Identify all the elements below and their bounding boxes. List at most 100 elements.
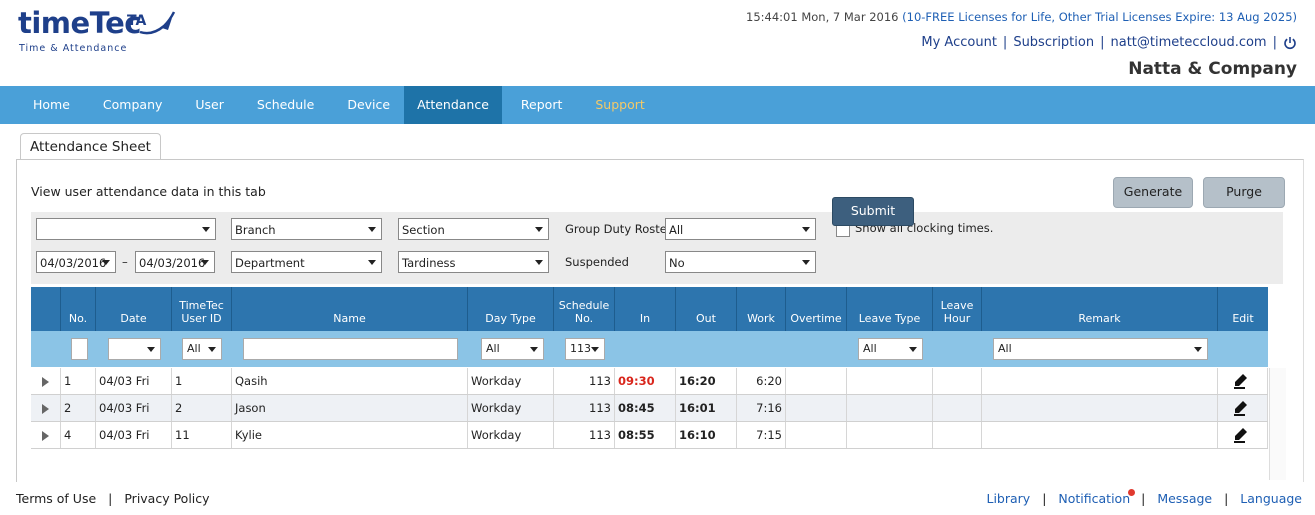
group-duty-select[interactable]: All	[665, 218, 816, 240]
chevron-down-icon	[909, 347, 917, 352]
filter-remark-select[interactable]: All	[993, 338, 1208, 360]
nav-device[interactable]: Device	[328, 86, 404, 124]
cell-daytype: Workday	[468, 368, 554, 394]
col-schedule[interactable]: Schedule No.	[554, 287, 615, 331]
edit-pencil-icon[interactable]	[1234, 373, 1248, 389]
license-text[interactable]: (10-FREE Licenses for Life, Other Trial …	[902, 10, 1297, 24]
chevron-down-icon	[535, 227, 543, 232]
attendance-panel: View user attendance data in this tab Ge…	[16, 159, 1304, 482]
section-select[interactable]: Section	[398, 218, 549, 240]
nav-attendance[interactable]: Attendance	[404, 86, 502, 124]
logo-wordmark: timeTec	[18, 6, 141, 40]
col-name[interactable]: Name	[232, 287, 468, 331]
filter-userid-value: All	[187, 342, 201, 355]
expand-arrow-icon[interactable]	[42, 404, 49, 414]
message-link[interactable]: Message	[1157, 491, 1212, 506]
row-expand-cell[interactable]	[31, 422, 61, 448]
suspended-select[interactable]: No	[665, 251, 816, 273]
filter-leavetype-select[interactable]: All	[858, 338, 923, 360]
company-select[interactable]	[36, 218, 216, 240]
notification-link[interactable]: Notification	[1058, 491, 1130, 506]
filter-daytype-select[interactable]: All	[481, 338, 544, 360]
col-leavehour[interactable]: Leave Hour	[933, 287, 982, 331]
submit-button[interactable]: Submit	[832, 197, 914, 226]
group-duty-value: All	[669, 223, 684, 237]
footer-right-links: Library | Notification | Message | Langu…	[986, 489, 1302, 506]
col-userid[interactable]: TimeTec User ID	[172, 287, 232, 331]
edit-pencil-icon[interactable]	[1234, 427, 1248, 443]
grid-scrollbar[interactable]	[1269, 368, 1286, 480]
row-expand-cell[interactable]	[31, 368, 61, 394]
table-row[interactable]: 2 04/03 Fri 2 Jason Workday 113 08:45 16…	[31, 395, 1268, 422]
chevron-down-icon	[591, 347, 599, 352]
date-to-select[interactable]: 04/03/2016	[135, 251, 215, 273]
cell-schedule: 113	[554, 395, 615, 421]
cell-date: 04/03 Fri	[96, 368, 172, 394]
chevron-down-icon	[530, 347, 538, 352]
filter-schedule-select[interactable]: 113	[565, 338, 605, 360]
language-link[interactable]: Language	[1240, 491, 1302, 506]
tardiness-select[interactable]: Tardiness	[398, 251, 549, 273]
col-date[interactable]: Date	[96, 287, 172, 331]
department-select[interactable]: Department	[231, 251, 382, 273]
expand-arrow-icon[interactable]	[42, 377, 49, 387]
purge-button[interactable]: Purge	[1203, 177, 1285, 208]
filter-no-input[interactable]	[71, 338, 88, 360]
expand-arrow-icon[interactable]	[42, 431, 49, 441]
my-account-link[interactable]: My Account	[921, 35, 997, 50]
cell-out: 16:10	[676, 422, 737, 448]
cell-out: 16:20	[676, 368, 737, 394]
separator: |	[1100, 35, 1105, 50]
user-email-link[interactable]: natt@timeteccloud.com	[1110, 35, 1266, 50]
cell-leavehour	[933, 422, 982, 448]
subscription-link[interactable]: Subscription	[1013, 35, 1094, 50]
branch-select[interactable]: Branch	[231, 218, 382, 240]
col-remark[interactable]: Remark	[982, 287, 1218, 331]
cell-leavehour	[933, 395, 982, 421]
col-out[interactable]: Out	[676, 287, 737, 331]
row-expand-cell[interactable]	[31, 395, 61, 421]
tardiness-select-value: Tardiness	[402, 256, 456, 270]
date-from-select[interactable]: 04/03/2016	[36, 251, 116, 273]
edit-pencil-icon[interactable]	[1234, 400, 1248, 416]
cell-edit	[1218, 395, 1268, 421]
library-link[interactable]: Library	[986, 491, 1030, 506]
filter-name-input[interactable]	[243, 338, 458, 360]
panel-description: View user attendance data in this tab	[31, 184, 266, 199]
nav-schedule[interactable]: Schedule	[238, 86, 328, 124]
filter-schedule-value: 113	[570, 342, 591, 355]
col-work[interactable]: Work	[737, 287, 786, 331]
cell-work: 7:15	[737, 422, 786, 448]
nav-user[interactable]: User	[176, 86, 238, 124]
col-in[interactable]: In	[615, 287, 676, 331]
nav-report[interactable]: Report	[502, 86, 576, 124]
cell-leavetype	[847, 368, 933, 394]
tab-attendance-sheet[interactable]: Attendance Sheet	[20, 133, 161, 161]
timestamp: 15:44:01 Mon, 7 Mar 2016	[746, 10, 899, 24]
col-expand	[31, 287, 61, 331]
col-daytype[interactable]: Day Type	[468, 287, 554, 331]
logout-power-icon[interactable]	[1283, 36, 1297, 50]
table-row[interactable]: 4 04/03 Fri 11 Kylie Workday 113 08:55 1…	[31, 422, 1268, 449]
footer: Terms of Use | Privacy Policy Library | …	[0, 483, 1315, 515]
date-range-separator: –	[122, 255, 128, 269]
col-overtime[interactable]: Overtime	[786, 287, 847, 331]
nav-home[interactable]: Home	[0, 86, 84, 124]
terms-of-use-link[interactable]: Terms of Use	[16, 491, 96, 506]
cell-remark	[982, 395, 1218, 421]
cell-userid: 1	[172, 368, 232, 394]
col-no[interactable]: No.	[61, 287, 96, 331]
cell-name: Jason	[232, 395, 468, 421]
generate-button[interactable]: Generate	[1113, 177, 1193, 208]
privacy-policy-link[interactable]: Privacy Policy	[124, 491, 209, 506]
section-select-value: Section	[402, 223, 445, 237]
chevron-down-icon	[802, 260, 810, 265]
col-leavetype[interactable]: Leave Type	[847, 287, 933, 331]
timetec-logo[interactable]: timeTec TA Time & Attendance	[18, 6, 188, 56]
filter-date-select[interactable]	[108, 338, 161, 360]
nav-support[interactable]: Support	[576, 86, 658, 124]
nav-company[interactable]: Company	[84, 86, 176, 124]
cell-leavehour	[933, 368, 982, 394]
filter-userid-select[interactable]: All	[182, 338, 222, 360]
table-row[interactable]: 1 04/03 Fri 1 Qasih Workday 113 09:30 16…	[31, 368, 1268, 395]
